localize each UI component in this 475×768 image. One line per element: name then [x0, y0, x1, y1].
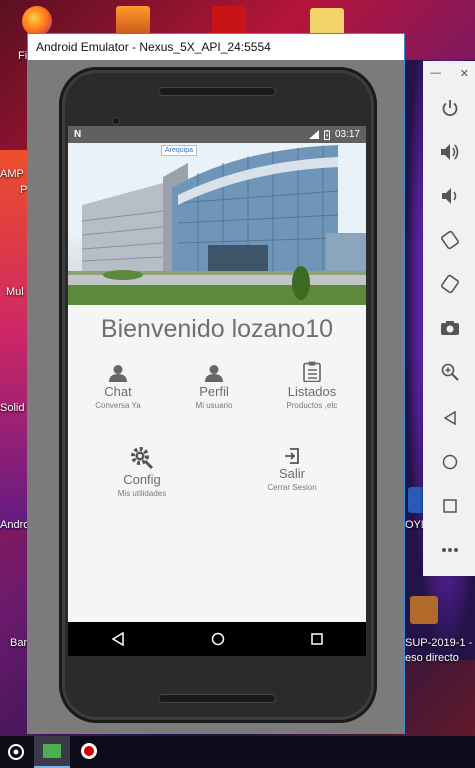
person-icon	[205, 365, 223, 382]
record-icon	[81, 743, 97, 759]
listados-subtitle: Productos ,etc	[286, 401, 338, 410]
salir-title: Salir	[278, 466, 305, 481]
logout-icon	[285, 448, 299, 464]
salir-subtitle: Cerrar Sesion	[267, 483, 317, 492]
desktop-label-sup: SUP-2019-1 -	[405, 637, 473, 649]
status-bar: N 03:17	[68, 126, 366, 143]
zoom-button[interactable]	[439, 361, 461, 383]
config-title: Config	[123, 472, 161, 487]
home-circle-icon	[442, 454, 458, 470]
bottom-speaker	[158, 694, 276, 703]
overview-square-icon	[443, 499, 457, 513]
emulator-side-toolbar: — ✕	[423, 61, 475, 576]
top-speaker	[158, 87, 276, 96]
desktop-label-solid: Solid	[0, 402, 25, 414]
volume-up-icon	[441, 144, 459, 160]
back-icon[interactable]	[111, 632, 125, 646]
location-tag: Arequipa	[161, 145, 198, 156]
phone-screen: N 03:17 Arequipa Bienvenido lozano10 Cha…	[68, 126, 366, 656]
emulator-titlebar[interactable]: Android Emulator - Nexus_5X_API_24:5554	[28, 34, 404, 60]
welcome-heading: Bienvenido lozano10	[100, 315, 334, 343]
more-button[interactable]	[439, 539, 461, 561]
zoom-icon	[441, 363, 459, 381]
recents-icon[interactable]	[311, 633, 323, 645]
rotate-left-icon	[441, 230, 459, 250]
rotate-right-icon	[441, 274, 459, 294]
android-nav-bar	[68, 622, 366, 656]
windows-taskbar	[0, 736, 475, 768]
firefox-desktop-icon[interactable]	[22, 6, 52, 36]
shortcut-desktop-icon[interactable]	[410, 596, 438, 624]
minimize-icon[interactable]: —	[430, 67, 441, 80]
desktop-label-andro: Andro	[0, 519, 30, 531]
home-button[interactable]	[439, 451, 461, 473]
perfil-title: Perfil	[199, 384, 229, 399]
power-icon	[442, 100, 458, 117]
android-app-icon	[43, 744, 61, 758]
desktop-label-mul: Mul	[6, 286, 24, 298]
hero-building-image: Arequipa	[68, 143, 366, 305]
chat-subtitle: Conversa Ya	[95, 401, 141, 410]
camera-icon	[441, 321, 459, 335]
volume-down-icon	[442, 188, 457, 204]
desktop-label-shortcut: eso directo	[405, 652, 459, 664]
config-tile-button[interactable]: Config Mis utilidades	[92, 446, 192, 498]
screenshot-button[interactable]	[439, 317, 461, 339]
config-subtitle: Mis utilidades	[117, 489, 167, 498]
front-camera	[112, 117, 120, 125]
n-notification-icon: N	[74, 129, 82, 140]
listados-title: Listados	[287, 384, 337, 399]
building-illustration	[68, 143, 366, 305]
rotate-left-button[interactable]	[439, 229, 461, 251]
listados-tile-button[interactable]: Listados Productos ,etc	[262, 361, 362, 410]
person-icon	[109, 365, 127, 382]
record-taskbar-button[interactable]	[72, 736, 108, 768]
volume-up-button[interactable]	[439, 141, 461, 163]
perfil-tile-button[interactable]: Perfil Mi usuario	[164, 364, 264, 410]
red-m-desktop-icon[interactable]	[212, 6, 246, 36]
desktop-label-amp: AMP	[0, 168, 24, 180]
rotate-right-button[interactable]	[439, 273, 461, 295]
volume-down-button[interactable]	[439, 185, 461, 207]
chat-tile-button[interactable]: Chat Conversa Ya	[68, 364, 168, 410]
salir-tile-button[interactable]: Salir Cerrar Sesion	[242, 448, 342, 492]
package-desktop-icon[interactable]	[116, 6, 150, 36]
status-time: 03:17	[334, 129, 360, 140]
emulator-title: Android Emulator - Nexus_5X_API_24:5554	[36, 40, 271, 54]
chat-title: Chat	[104, 384, 132, 399]
close-icon[interactable]: ✕	[460, 67, 469, 80]
back-button[interactable]	[439, 407, 461, 429]
clipboard-icon	[303, 361, 321, 382]
overview-button[interactable]	[439, 495, 461, 517]
more-dots-icon	[442, 548, 458, 552]
home-icon[interactable]	[211, 632, 225, 646]
emulator-window: Android Emulator - Nexus_5X_API_24:5554 …	[27, 33, 405, 734]
back-triangle-icon	[443, 411, 456, 425]
desktop-label-fi: Fi	[18, 50, 28, 62]
gear-search-icon	[131, 447, 154, 470]
battery-icon	[323, 129, 330, 140]
emulator-taskbar-button[interactable]	[34, 736, 70, 768]
start-icon[interactable]	[6, 742, 26, 762]
power-button[interactable]	[439, 97, 461, 119]
signal-icon	[308, 130, 319, 139]
perfil-subtitle: Mi usuario	[195, 401, 233, 410]
